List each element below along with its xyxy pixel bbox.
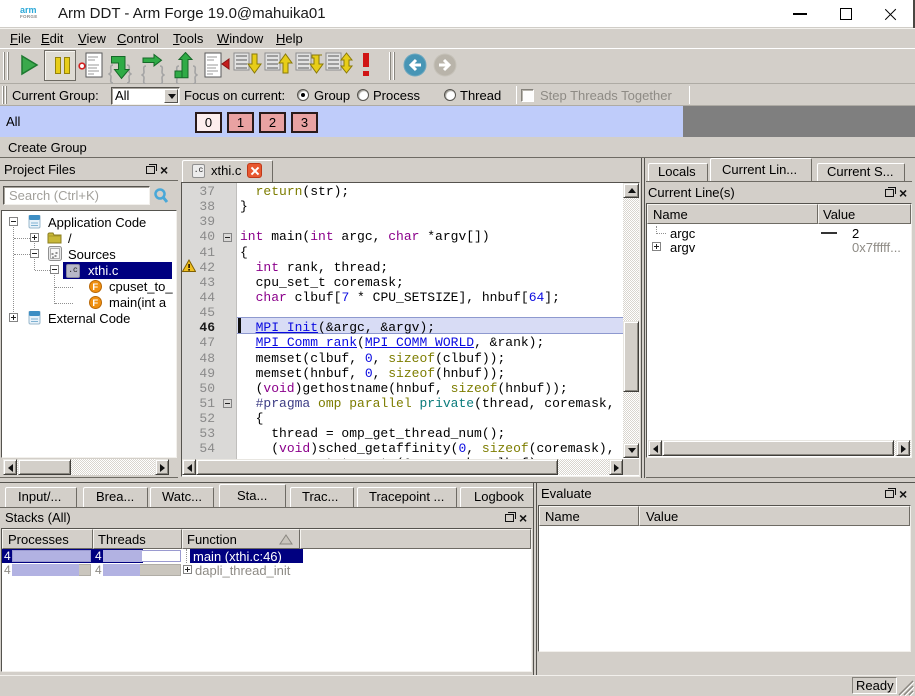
svg-text:F: F <box>92 282 98 293</box>
svg-text:F: F <box>92 298 98 309</box>
